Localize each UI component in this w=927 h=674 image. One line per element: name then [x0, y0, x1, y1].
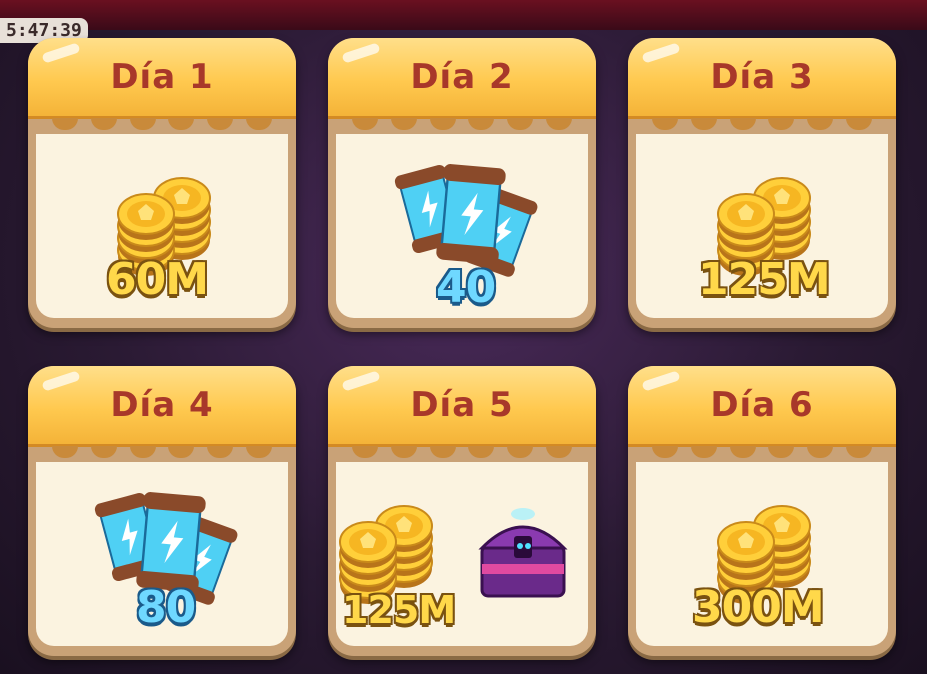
scallop-trim [28, 446, 296, 462]
reward-amount: 60M [106, 254, 209, 305]
card-body: 125M [636, 134, 888, 318]
day-title: Día 1 [110, 57, 214, 97]
scallop-trim [628, 446, 896, 462]
scallop-trim [28, 118, 296, 134]
day-title: Día 6 [710, 385, 814, 425]
reward-card-day-4[interactable]: Día 4 80 [28, 366, 296, 656]
reward-card-day-3[interactable]: Día 3 125M [628, 38, 896, 328]
card-body: 80 [36, 462, 288, 646]
reward-amount: 80 [136, 582, 196, 633]
scallop-trim [328, 446, 596, 462]
scallop-trim [628, 118, 896, 134]
reward-card-day-2[interactable]: Día 2 40 [328, 38, 596, 328]
day-title: Día 3 [710, 57, 814, 97]
reward-card-day-5[interactable]: Día 5 125M [328, 366, 596, 656]
reward-card-day-6[interactable]: Día 6 300M [628, 366, 896, 656]
top-hud-strip [0, 0, 927, 30]
reward-amount: 40 [436, 262, 496, 313]
day-title: Día 5 [410, 385, 514, 425]
reward-amount: 300M [692, 582, 825, 633]
scallop-trim [328, 118, 596, 134]
treasure-chest-icon [478, 508, 568, 598]
reward-card-day-1[interactable]: Día 1 60M [28, 38, 296, 328]
reward-amount: 125M [342, 588, 456, 632]
day-title: Día 2 [410, 57, 514, 97]
card-body: 60M [36, 134, 288, 318]
reward-amount: 125M [698, 254, 831, 305]
day-title: Día 4 [110, 385, 214, 425]
card-body: 125M [336, 462, 588, 646]
card-body: 40 [336, 134, 588, 318]
card-body: 300M [636, 462, 888, 646]
